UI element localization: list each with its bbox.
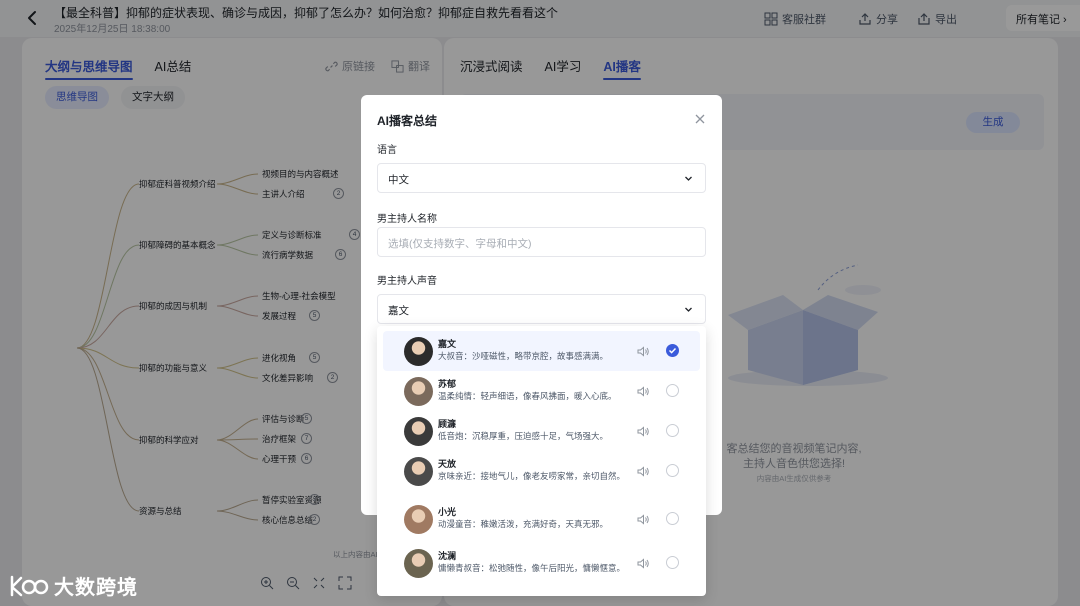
host-name-label: 男主持人名称 [377,214,437,225]
radio-button[interactable] [666,464,679,477]
voice-description: 京味亲近：接地气儿，像老友唠家常，亲切自然。 [438,471,626,481]
close-icon[interactable] [694,113,706,125]
voice-option[interactable]: 天放京味亲近：接地气儿，像老友唠家常，亲切自然。 [383,451,700,491]
voice-description: 动漫童音：稚嫩活泼，充满好奇，天真无邪。 [438,519,609,529]
avatar [404,377,433,406]
voice-option[interactable]: 苏郁温柔纯情：轻声细语，像春风拂面，暖入心底。 [383,371,700,411]
chevron-down-icon [685,307,692,312]
voice-description: 慵懒青叔音：松弛随性，像午后阳光，慵懒惬意。 [438,563,626,573]
watermark-logo-icon [10,575,49,596]
voice-name: 顾濂 [438,419,457,429]
language-select[interactable]: 中文 [377,163,706,193]
language-label: 语言 [377,145,397,156]
voice-dropdown: 嘉文大叔音：沙哑磁性，略带京腔，故事感满满。 苏郁温柔纯情：轻声细语，像春风拂面，… [377,326,706,596]
host-voice-label: 男主持人声音 [377,276,437,287]
speaker-icon[interactable] [637,385,650,398]
host-voice-select[interactable]: 嘉文 [377,294,706,324]
voice-description: 低音炮：沉稳厚重，压迫感十足，气场强大。 [438,431,609,441]
language-value: 中文 [388,174,409,186]
voice-option[interactable]: 沈澜慵懒青叔音：松弛随性，像午后阳光，慵懒惬意。 [383,543,700,583]
speaker-icon[interactable] [637,513,650,526]
checkmark-icon[interactable] [666,344,679,357]
voice-option[interactable]: 小光动漫童音：稚嫩活泼，充满好奇，天真无邪。 [383,499,700,539]
radio-button[interactable] [666,556,679,569]
voice-option[interactable]: 嘉文大叔音：沙哑磁性，略带京腔，故事感满满。 [383,331,700,371]
speaker-icon[interactable] [637,465,650,478]
avatar [404,549,433,578]
voice-name: 嘉文 [438,339,457,349]
radio-button[interactable] [666,384,679,397]
check-icon [668,347,677,354]
avatar [404,505,433,534]
watermark-text: 大数跨境 [54,577,138,599]
watermark: 大数跨境 [9,571,138,600]
host-name-input[interactable]: 选填(仅支持数字、字母和中文) [377,227,706,257]
avatar [404,417,433,446]
radio-button[interactable] [666,512,679,525]
radio-button[interactable] [666,424,679,437]
voice-description: 温柔纯情：轻声细语，像春风拂面，暖入心底。 [438,391,617,401]
voice-name: 苏郁 [438,379,457,389]
dialog-title: AI播客总结 [377,114,438,128]
avatar [404,337,433,366]
host-voice-value: 嘉文 [388,305,409,317]
voice-name: 天放 [438,459,457,469]
voice-option[interactable]: 顾濂低音炮：沉稳厚重，压迫感十足，气场强大。 [383,411,700,451]
chevron-down-icon [685,176,692,181]
voice-name: 小光 [438,507,457,517]
speaker-icon[interactable] [637,425,650,438]
speaker-icon[interactable] [637,557,650,570]
voice-name: 沈澜 [438,551,457,561]
voice-description: 大叔音：沙哑磁性，略带京腔，故事感满满。 [438,351,609,361]
speaker-icon[interactable] [637,345,650,358]
avatar [404,457,433,486]
